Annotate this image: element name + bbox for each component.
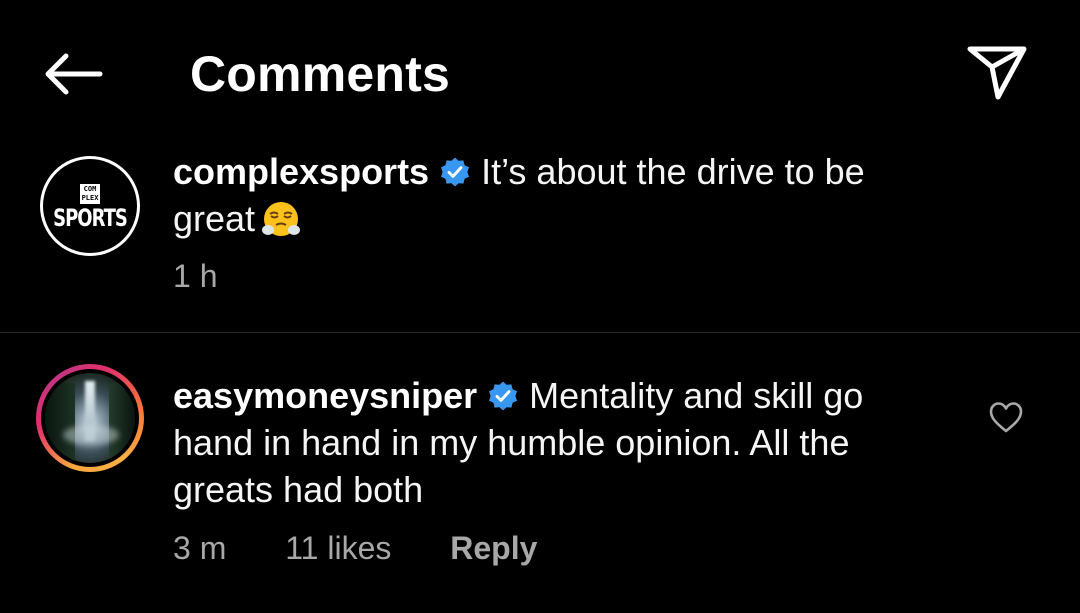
comment-time: 1 h — [173, 258, 218, 294]
avatar-ring-gap — [41, 369, 139, 467]
caption-divider — [0, 332, 1080, 333]
likes-count[interactable]: 11 likes — [285, 530, 391, 566]
avatar-photo-trees-left — [45, 383, 75, 463]
comment-item: easymoneysniper Mentality and skill go h… — [0, 360, 1080, 600]
heart-outline-icon[interactable] — [988, 400, 1024, 436]
comment-body-line2: great — [173, 198, 256, 239]
avatar-photo-mist — [63, 425, 119, 445]
page-title: Comments — [190, 46, 450, 102]
comment-meta: 1 h — [173, 258, 267, 295]
share-button[interactable] — [962, 40, 1032, 104]
avatar — [45, 373, 135, 463]
comment-meta: 3 m 11 likes Reply — [173, 530, 587, 567]
avatar-photo-trees-right — [109, 383, 135, 463]
face-with-steam-from-nose-emoji-icon — [262, 202, 301, 236]
reply-button[interactable]: Reply — [450, 530, 537, 566]
comments-header: Comments — [0, 0, 1080, 150]
comment-username[interactable]: complexsports — [173, 151, 429, 192]
back-button[interactable] — [40, 46, 106, 102]
comment-text: easymoneysniper Mentality and skill go h… — [173, 372, 943, 513]
logo-mark: COM PLEX — [80, 183, 100, 204]
logo-text: SPORTS — [53, 203, 128, 233]
comment-body-line1: It’s about the drive to be — [481, 151, 865, 192]
comment-text: complexsports It’s about the drive to be… — [173, 148, 943, 242]
avatar-story-ring[interactable] — [36, 364, 144, 472]
verified-badge-icon — [489, 381, 518, 411]
comment-username[interactable]: easymoneysniper — [173, 375, 477, 416]
paper-plane-icon — [967, 46, 1027, 100]
comment-item: COM PLEX SPORTS complexsports It’s about… — [0, 148, 1080, 333]
avatar[interactable]: COM PLEX SPORTS — [40, 156, 140, 256]
complex-sports-logo: COM PLEX SPORTS — [43, 159, 137, 253]
arrow-left-icon — [45, 53, 103, 95]
comment-time: 3 m — [173, 530, 227, 566]
verified-badge-icon — [441, 157, 470, 187]
